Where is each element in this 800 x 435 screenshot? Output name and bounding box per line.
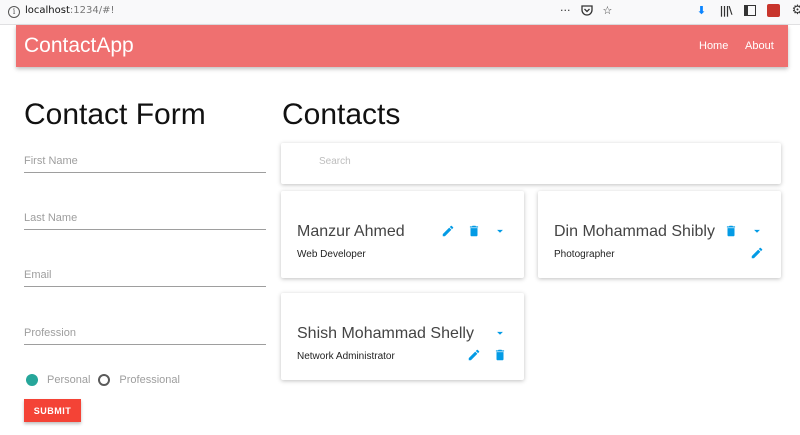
url-host: localhost: [25, 5, 70, 16]
submit-button[interactable]: SUBMIT: [24, 399, 81, 422]
page-actions: ··· ☆: [560, 4, 612, 19]
edit-icon[interactable]: [467, 348, 481, 362]
email-field: [24, 263, 266, 287]
contact-role: Photographer: [554, 249, 615, 260]
contact-name: Manzur Ahmed: [297, 223, 405, 240]
browser-url-bar[interactable]: i localhost:1234/#! ··· ☆ ⬇ |||\ ⚙: [0, 0, 800, 25]
nav-link-about[interactable]: About: [745, 40, 774, 52]
search-card: [281, 143, 781, 184]
contact-role: Web Developer: [297, 249, 366, 260]
email-input[interactable]: [24, 263, 266, 287]
first-name-field: [24, 149, 266, 173]
nav-link-home[interactable]: Home: [699, 40, 728, 52]
edit-icon[interactable]: [441, 224, 455, 238]
radio-professional-label[interactable]: Professional: [119, 374, 180, 386]
radio-personal-label[interactable]: Personal: [47, 374, 90, 386]
chevron-down-icon[interactable]: [493, 326, 507, 340]
contact-card: Shish Mohammad Shelly Network Administra…: [281, 293, 524, 380]
info-icon[interactable]: i: [8, 6, 20, 18]
brand-logo[interactable]: ContactApp: [24, 34, 134, 58]
library-icon[interactable]: |||\: [718, 3, 733, 18]
chevron-down-icon[interactable]: [750, 224, 764, 238]
extension-icon[interactable]: [766, 3, 781, 18]
last-name-input[interactable]: [24, 206, 266, 230]
radio-professional[interactable]: [98, 374, 111, 386]
edit-icon[interactable]: [750, 246, 764, 260]
contact-card: Manzur Ahmed Web Developer: [281, 191, 524, 278]
profession-field: [24, 321, 266, 345]
app-navbar: ContactApp Home About: [16, 25, 788, 67]
pocket-icon[interactable]: [580, 4, 593, 19]
contact-name: Din Mohammad Shibly: [554, 223, 715, 240]
first-name-input[interactable]: [24, 149, 266, 173]
last-name-field: [24, 206, 266, 230]
contacts-title: Contacts: [282, 98, 401, 131]
radio-personal[interactable]: [26, 374, 38, 386]
url-path: :1234/#!: [69, 5, 115, 16]
download-icon[interactable]: ⬇: [694, 3, 709, 18]
search-input[interactable]: [319, 156, 719, 167]
contact-card: Din Mohammad Shibly Photographer: [538, 191, 781, 278]
profession-input[interactable]: [24, 321, 266, 345]
url-text[interactable]: localhost:1234/#!: [25, 5, 114, 16]
more-icon[interactable]: ···: [560, 4, 571, 19]
bookmark-star-icon[interactable]: ☆: [603, 4, 613, 19]
toolbar-icons: ⬇ |||\ ⚙: [694, 3, 800, 18]
delete-icon[interactable]: [467, 224, 481, 238]
delete-icon[interactable]: [493, 348, 507, 362]
chevron-down-icon[interactable]: [493, 224, 507, 238]
contact-name: Shish Mohammad Shelly: [297, 325, 474, 342]
form-title: Contact Form: [24, 98, 206, 131]
sidebar-icon[interactable]: [742, 3, 757, 18]
contact-role: Network Administrator: [297, 351, 395, 362]
delete-icon[interactable]: [724, 224, 738, 238]
settings-gear-icon[interactable]: ⚙: [790, 3, 800, 18]
contact-type-radios: Personal Professional: [26, 374, 188, 386]
